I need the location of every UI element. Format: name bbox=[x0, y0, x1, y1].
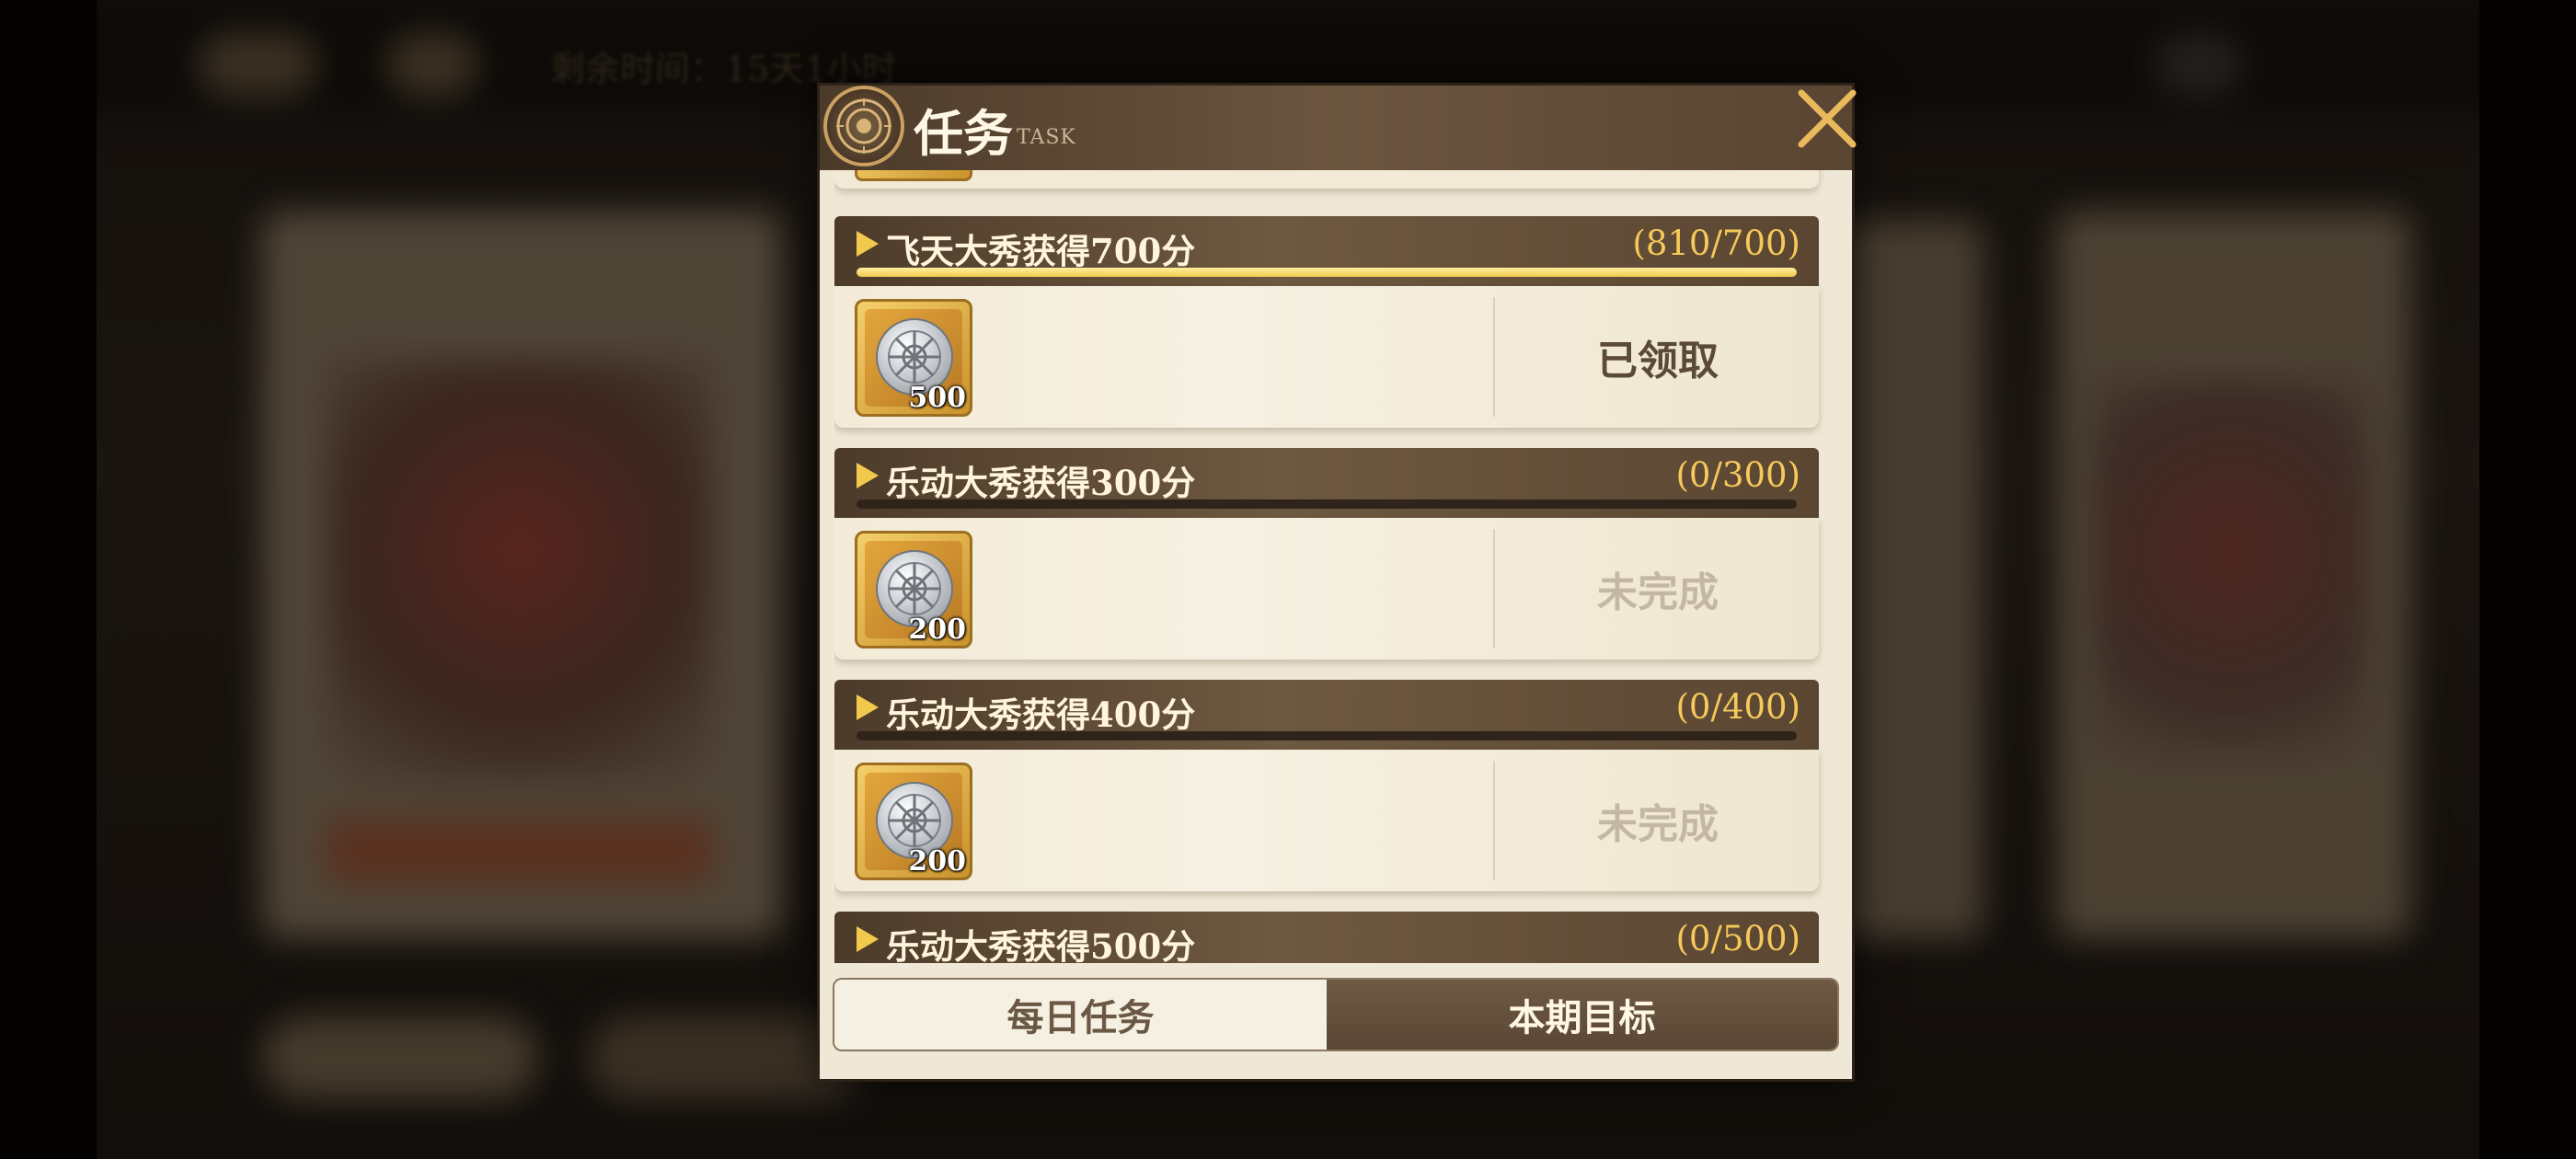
incomplete-status: 未完成 bbox=[1597, 569, 1719, 616]
task-title: 乐动大秀获得400分 bbox=[886, 694, 1196, 735]
dialog-title: 任务 bbox=[914, 104, 1013, 163]
incomplete-status: 未完成 bbox=[1597, 801, 1719, 848]
tab-bar: 每日任务 本期目标 bbox=[834, 980, 1837, 1050]
task-card: 200 未完成 bbox=[834, 750, 1819, 891]
reward-item[interactable]: 500 bbox=[855, 299, 972, 417]
task-title: 乐动大秀获得300分 bbox=[886, 463, 1196, 503]
play-arrow-icon bbox=[857, 694, 879, 720]
close-button[interactable] bbox=[1790, 82, 1864, 155]
task-card: 500 已领取 bbox=[834, 286, 1819, 428]
reward-count: 200 bbox=[908, 845, 966, 878]
task-header: 乐动大秀获得500分 (0/500) bbox=[834, 912, 1819, 963]
tab-period-goals[interactable]: 本期目标 bbox=[1327, 980, 1837, 1050]
task-title: 乐动大秀获得500分 bbox=[886, 926, 1196, 963]
task-progress-text: (810/700) bbox=[1632, 224, 1800, 263]
task-card: 200 未完成 bbox=[834, 518, 1819, 660]
play-arrow-icon bbox=[857, 463, 879, 488]
tab-daily-tasks[interactable]: 每日任务 bbox=[834, 980, 1327, 1050]
progress-bar bbox=[857, 731, 1797, 740]
task-progress-text: (0/300) bbox=[1675, 455, 1801, 495]
close-x-icon bbox=[1798, 89, 1857, 148]
task-header: 乐动大秀获得300分 (0/300) bbox=[834, 448, 1819, 518]
task-dialog: 任务 TASK 飞天大秀获得700分 (810/700) 500 已领取 乐动大… bbox=[817, 83, 1857, 1082]
play-arrow-icon bbox=[857, 231, 879, 257]
task-card-partial bbox=[834, 170, 1819, 189]
reward-item[interactable]: 200 bbox=[855, 531, 972, 648]
task-list[interactable]: 飞天大秀获得700分 (810/700) 500 已领取 乐动大秀获得300分 … bbox=[834, 170, 1837, 963]
task-header: 飞天大秀获得700分 (810/700) bbox=[834, 216, 1819, 286]
divider bbox=[1493, 529, 1495, 648]
progress-bar bbox=[857, 268, 1797, 277]
progress-bar bbox=[857, 499, 1797, 509]
task-progress-text: (0/500) bbox=[1675, 919, 1801, 958]
dialog-subtitle: TASK bbox=[1017, 126, 1076, 149]
divider bbox=[1493, 761, 1495, 880]
task-header: 乐动大秀获得400分 (0/400) bbox=[834, 680, 1819, 750]
claimed-status: 已领取 bbox=[1597, 338, 1719, 384]
play-arrow-icon bbox=[857, 926, 879, 952]
task-emblem-icon bbox=[823, 86, 904, 166]
dialog-header: 任务 TASK bbox=[820, 86, 1852, 170]
reward-item[interactable]: 200 bbox=[855, 763, 972, 880]
divider bbox=[1493, 297, 1495, 417]
reward-count: 200 bbox=[908, 614, 966, 646]
reward-count: 500 bbox=[908, 382, 966, 414]
task-progress-text: (0/400) bbox=[1675, 687, 1801, 727]
task-title: 飞天大秀获得700分 bbox=[886, 231, 1196, 271]
